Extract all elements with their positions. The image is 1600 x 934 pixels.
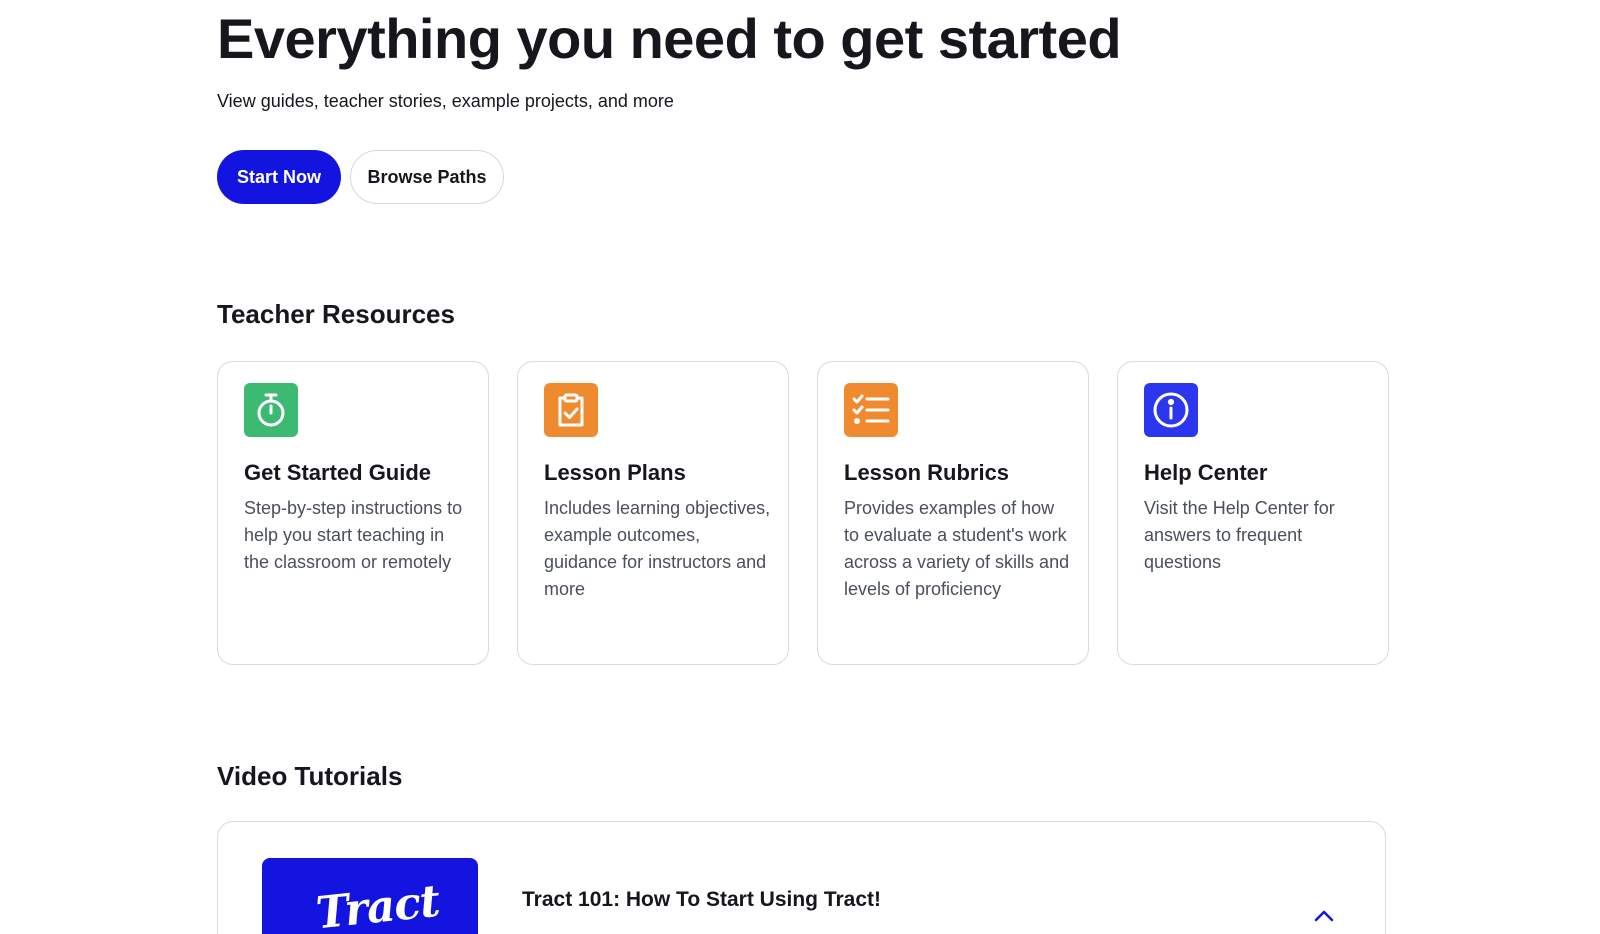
- page-subtitle: View guides, teacher stories, example pr…: [217, 91, 674, 111]
- resource-card-lesson-plans[interactable]: Lesson Plans Includes learning objective…: [517, 361, 789, 665]
- stopwatch-icon: [244, 383, 298, 437]
- card-title: Lesson Rubrics: [844, 460, 1010, 485]
- teacher-resources-heading: Teacher Resources: [217, 299, 455, 329]
- card-description: Provides examples of how to evaluate a s…: [844, 498, 1070, 599]
- card-description: Visit the Help Center for answers to fre…: [1144, 498, 1335, 572]
- resource-card-lesson-rubrics[interactable]: Lesson Rubrics Provides examples of how …: [817, 361, 1089, 665]
- card-description: Includes learning objectives, example ou…: [544, 498, 771, 599]
- card-title: Help Center: [1144, 460, 1268, 485]
- card-description: Step-by-step instructions to help you st…: [244, 498, 463, 572]
- video-tutorial-item[interactable]: Tract Tract 101: How To Start Using Trac…: [217, 821, 1386, 934]
- video-title[interactable]: Tract 101: How To Start Using Tract!: [522, 886, 881, 914]
- clipboard-check-icon: [544, 383, 598, 437]
- video-thumbnail[interactable]: Tract: [262, 858, 478, 934]
- video-tutorials-heading: Video Tutorials: [217, 761, 403, 791]
- tract-logo: Tract: [313, 875, 442, 934]
- start-now-button[interactable]: Start Now: [217, 150, 341, 204]
- resource-card-get-started-guide[interactable]: Get Started Guide Step-by-step instructi…: [217, 361, 489, 665]
- page: Everything you need to get started View …: [0, 0, 1600, 934]
- browse-paths-button[interactable]: Browse Paths: [350, 150, 504, 204]
- chevron-up-icon[interactable]: [1312, 904, 1336, 928]
- checklist-icon: [844, 383, 898, 437]
- card-title: Lesson Plans: [544, 460, 686, 485]
- page-title: Everything you need to get started: [217, 7, 1122, 70]
- card-title: Get Started Guide: [244, 460, 432, 485]
- resource-card-help-center[interactable]: Help Center Visit the Help Center for an…: [1117, 361, 1389, 665]
- info-icon: [1144, 383, 1198, 437]
